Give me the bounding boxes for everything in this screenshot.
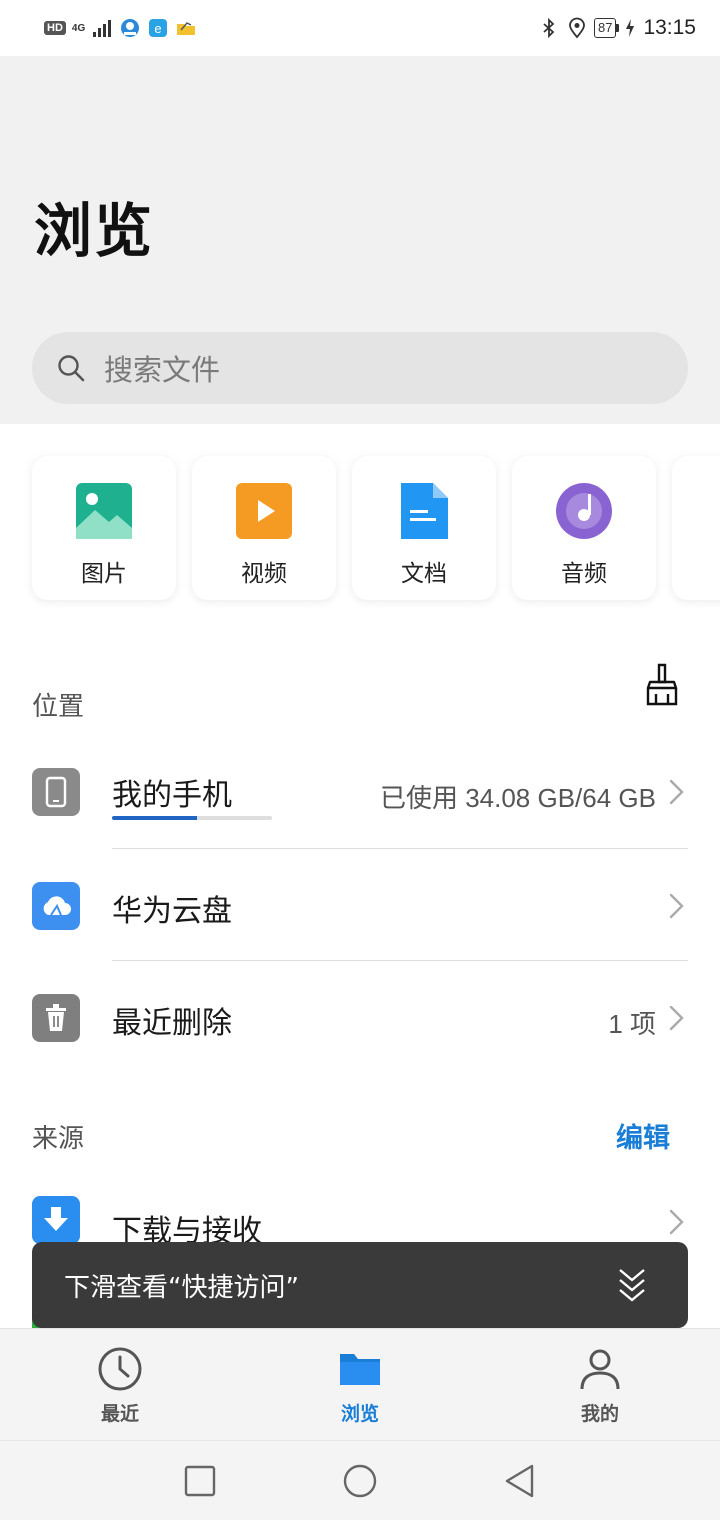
toast-text: 下滑查看“快捷访问” — [64, 1272, 299, 1303]
status-bar: HD 4G e 87 13:15 — [0, 0, 720, 56]
category-images[interactable]: 图片 — [32, 456, 176, 600]
category-documents[interactable]: 文档 — [352, 456, 496, 600]
bottom-nav: 最近 浏览 我的 — [0, 1328, 720, 1440]
nav-label: 最近 — [100, 1403, 139, 1425]
header: 浏览 搜索文件 — [0, 56, 720, 424]
audio-icon — [556, 483, 612, 539]
video-icon — [236, 483, 292, 539]
category-label: 文档 — [401, 561, 447, 587]
signal-icon — [93, 20, 112, 37]
category-audio[interactable]: 音频 — [512, 456, 656, 600]
battery-cap — [616, 24, 620, 32]
bluetooth-icon — [543, 17, 555, 39]
svg-text:e: e — [155, 21, 162, 36]
package-icon — [715, 482, 720, 540]
download-icon — [32, 1196, 80, 1244]
quick-access-toast[interactable]: 下滑查看“快捷访问” — [32, 1242, 688, 1328]
system-nav-bar — [0, 1440, 720, 1520]
row-label: 我的手机 — [112, 778, 232, 813]
app-notification-icon — [121, 19, 140, 37]
category-videos[interactable]: 视频 — [192, 456, 336, 600]
charging-icon — [626, 19, 635, 37]
location-row-my-phone[interactable]: 我的手机 已使用 34.08 GB/64 GB — [0, 736, 720, 848]
edit-button[interactable]: 编辑 — [616, 1116, 670, 1155]
category-label: 音频 — [561, 561, 607, 587]
person-icon — [580, 1349, 620, 1390]
location-row-recently-deleted[interactable]: 最近删除 1 项 — [0, 962, 720, 1074]
category-label: 图片 — [81, 561, 127, 587]
divider — [112, 960, 688, 961]
nav-recent[interactable]: 最近 — [0, 1329, 240, 1441]
deleted-count: 1 项 — [608, 1009, 656, 1039]
storage-progress-fill — [112, 816, 197, 820]
status-right: 87 13:15 — [538, 16, 696, 40]
location-row-cloud[interactable]: 华为云盘 — [0, 850, 720, 962]
broom-icon[interactable] — [642, 662, 682, 710]
phone-icon — [32, 768, 80, 816]
category-more[interactable] — [672, 456, 720, 600]
nav-label: 我的 — [580, 1403, 619, 1425]
battery-indicator: 87 — [593, 18, 620, 38]
category-label: 视频 — [241, 561, 287, 587]
image-icon — [76, 483, 132, 539]
storage-usage: 已使用 34.08 GB/64 GB — [379, 783, 656, 813]
row-label: 最近删除 — [112, 1006, 232, 1041]
chevrons-down-icon — [619, 1269, 645, 1302]
chevron-right-icon — [669, 1209, 684, 1235]
browser-notification-icon: e — [149, 19, 168, 37]
chevron-right-icon — [669, 1005, 684, 1031]
back-button[interactable] — [500, 1461, 540, 1501]
home-button[interactable] — [340, 1461, 380, 1501]
network-type: 4G — [71, 22, 86, 34]
search-input[interactable]: 搜索文件 — [32, 332, 688, 404]
source-section-title: 来源 — [32, 1124, 85, 1154]
folder-icon — [340, 1354, 380, 1385]
category-row[interactable]: 图片 视频 文档 音频 — [0, 424, 720, 624]
search-icon — [58, 355, 85, 382]
status-left: HD 4G e — [44, 17, 197, 39]
document-icon — [401, 483, 448, 539]
battery-level: 87 — [593, 18, 617, 38]
trash-icon — [32, 994, 80, 1042]
row-label: 华为云盘 — [112, 894, 232, 929]
storage-progress-bar — [112, 816, 272, 820]
clock-time: 13:15 — [643, 16, 696, 39]
search-placeholder: 搜索文件 — [104, 353, 221, 387]
nav-browse[interactable]: 浏览 — [240, 1329, 480, 1441]
clock-icon — [98, 1347, 142, 1391]
location-icon — [569, 17, 585, 39]
divider — [112, 848, 688, 849]
recent-apps-button[interactable] — [180, 1461, 220, 1501]
hd-badge: HD — [44, 21, 66, 35]
page-title: 浏览 — [34, 197, 155, 265]
folder-notification-icon — [177, 22, 196, 35]
nav-label: 浏览 — [340, 1403, 379, 1425]
chevron-right-icon — [669, 779, 684, 805]
cloud-icon — [32, 882, 80, 930]
chevron-right-icon — [669, 893, 684, 919]
nav-mine[interactable]: 我的 — [480, 1329, 720, 1441]
location-section-title: 位置 — [32, 692, 85, 722]
